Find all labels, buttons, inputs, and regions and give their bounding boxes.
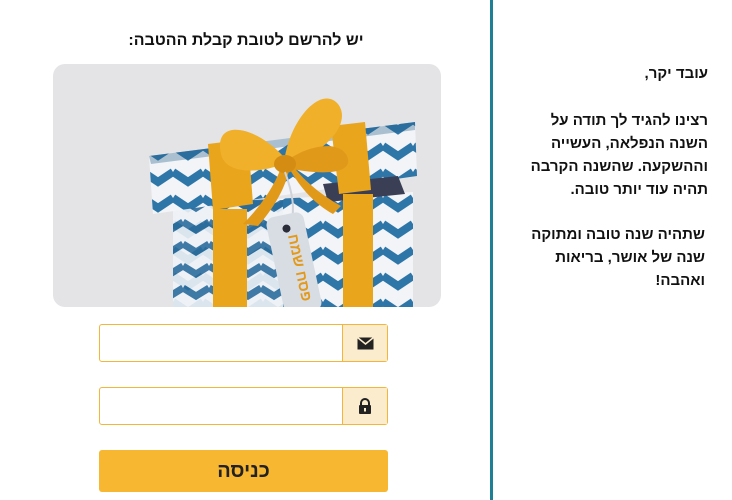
wishes-paragraph: שתהיה שנה טובה ומתוקה שנה של אושר, בריאו… xyxy=(531,226,705,289)
email-input[interactable] xyxy=(100,325,342,361)
email-field-group xyxy=(99,324,388,362)
gift-image: פסח שמח xyxy=(53,64,441,307)
envelope-icon xyxy=(342,325,387,361)
login-panel: יש להרשם לטובת קבלת ההטבה: פסח שמח כניסה xyxy=(0,0,490,500)
form-title: יש להרשם לטובת קבלת ההטבה: xyxy=(128,32,364,49)
message-panel: עובד יקר, רצינו להגיד לך תודה על השנה הנ… xyxy=(493,0,732,500)
login-button[interactable]: כניסה xyxy=(99,450,388,492)
password-field-group xyxy=(99,387,388,425)
lock-icon xyxy=(342,388,387,424)
gift-box-illustration: פסח שמח xyxy=(149,98,417,307)
thanks-paragraph: רצינו להגיד לך תודה על השנה הנפלאה, העשי… xyxy=(530,112,708,198)
password-input[interactable] xyxy=(100,388,342,424)
greeting-text: עובד יקר, xyxy=(644,65,708,82)
